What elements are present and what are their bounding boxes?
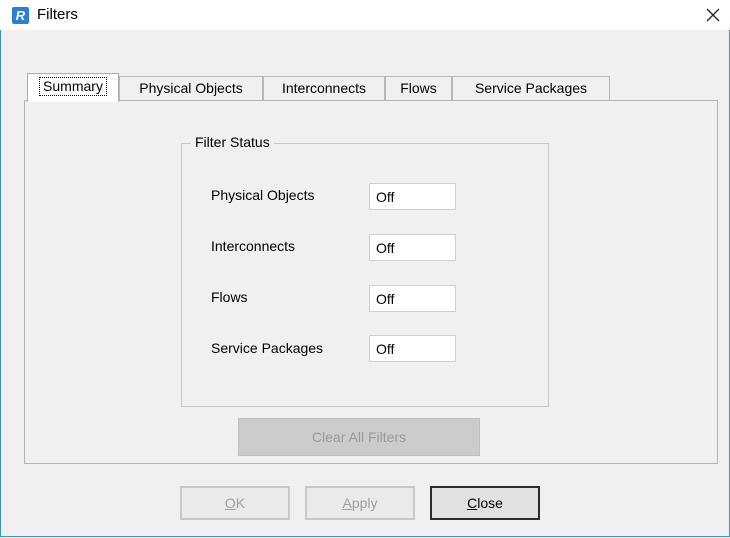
title-bar: R Filters [0,0,730,30]
service-packages-status-field: Off [369,335,456,362]
close-button-label: lose [477,495,503,511]
ok-button[interactable]: OK [180,486,290,520]
close-button-mnemonic: C [467,495,478,511]
flows-label: Flows [211,289,248,305]
clear-all-filters-button[interactable]: Clear All Filters [238,418,480,456]
tab-physical-objects[interactable]: Physical Objects [119,76,263,100]
physical-objects-label: Physical Objects [211,187,315,203]
tab-summary[interactable]: Summary [27,73,119,102]
filter-status-group [181,143,549,407]
tab-interconnects-label: Interconnects [281,80,367,96]
app-logo-icon: R [12,7,29,24]
window-title: Filters [37,6,78,23]
tab-service-packages[interactable]: Service Packages [452,76,610,100]
interconnects-status-field: Off [369,234,456,261]
apply-button[interactable]: Apply [305,486,415,520]
tab-interconnects[interactable]: Interconnects [263,76,385,100]
filter-status-legend: Filter Status [191,134,274,150]
flows-status-field: Off [369,285,456,312]
service-packages-label: Service Packages [211,340,324,356]
tab-flows-label: Flows [400,80,437,96]
close-button[interactable]: Close [430,486,540,520]
physical-objects-status-field: Off [369,183,456,210]
tab-service-packages-label: Service Packages [474,80,588,96]
tab-summary-label: Summary [39,77,107,96]
ok-button-mnemonic: O [224,495,236,511]
tab-flows[interactable]: Flows [385,76,452,100]
ok-button-label: K [235,495,246,511]
tab-physical-objects-label: Physical Objects [139,80,243,96]
apply-button-mnemonic: A [342,495,352,511]
close-window-icon[interactable] [698,0,728,30]
interconnects-label: Interconnects [211,238,296,254]
apply-button-label: pply [351,495,378,511]
